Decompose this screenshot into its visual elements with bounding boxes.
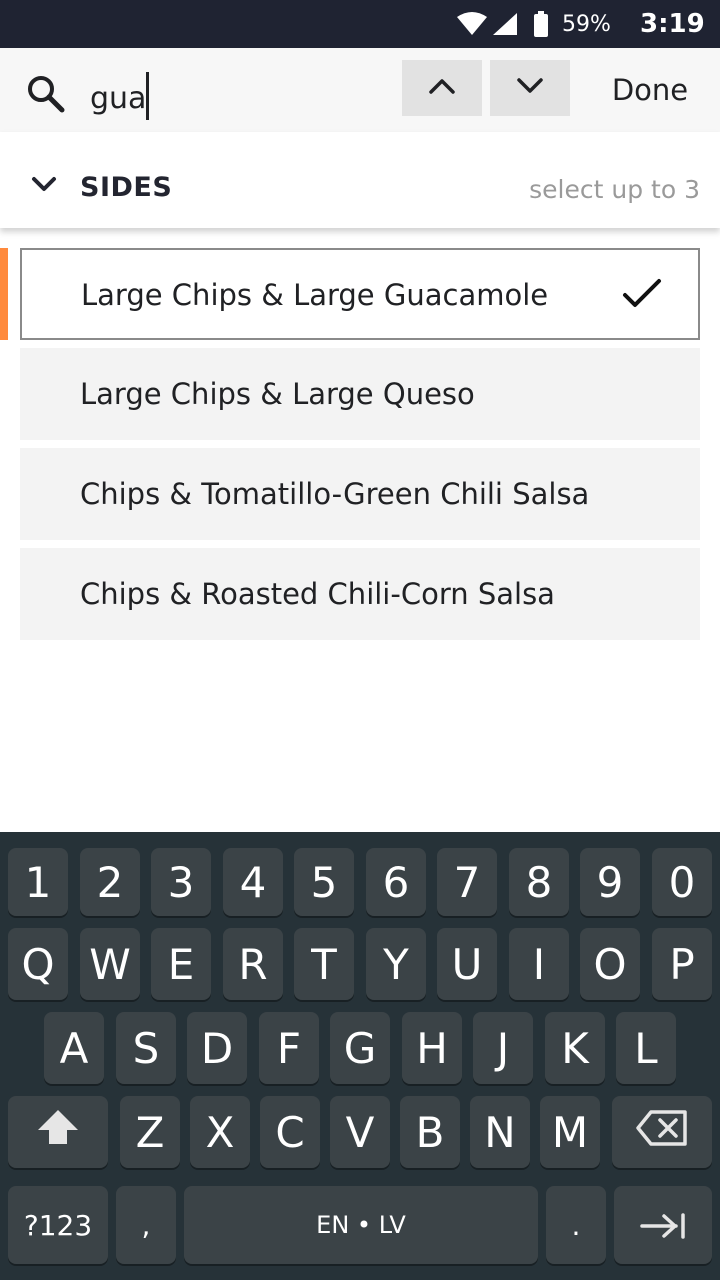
key-o[interactable]: O	[580, 928, 640, 1000]
tab-next-icon	[640, 1201, 686, 1250]
key-8[interactable]: 8	[509, 848, 569, 916]
key-u[interactable]: U	[437, 928, 497, 1000]
key-m[interactable]: M	[540, 1096, 600, 1168]
option-label: Chips & Roasted Chili-Corn Salsa	[80, 577, 555, 611]
comma-key[interactable]: ,	[116, 1186, 176, 1264]
key-w[interactable]: W	[80, 928, 140, 1000]
selection-limit-hint: select up to 3	[529, 175, 700, 204]
next-match-button[interactable]	[490, 60, 570, 116]
option-item[interactable]: Large Chips & Large Guacamole	[20, 248, 700, 340]
chevron-up-icon	[428, 77, 456, 99]
section-title: SIDES	[80, 172, 173, 203]
key-p[interactable]: P	[652, 928, 712, 1000]
find-input[interactable]: gua	[90, 72, 150, 120]
key-q[interactable]: Q	[8, 928, 68, 1000]
key-2[interactable]: 2	[80, 848, 140, 916]
selection-accent-bar	[0, 248, 8, 340]
chevron-down-icon[interactable]	[30, 175, 58, 197]
key-9[interactable]: 9	[580, 848, 640, 916]
key-5[interactable]: 5	[294, 848, 354, 916]
key-b[interactable]: B	[400, 1096, 460, 1168]
key-z[interactable]: Z	[120, 1096, 180, 1168]
option-item[interactable]: Large Chips & Large Queso	[20, 348, 700, 440]
shift-icon	[35, 1107, 81, 1157]
next-field-key[interactable]	[614, 1186, 712, 1264]
key-k[interactable]: K	[545, 1012, 605, 1084]
key-y[interactable]: Y	[366, 928, 426, 1000]
done-button[interactable]: Done	[600, 70, 700, 110]
search-icon	[26, 74, 66, 118]
key-h[interactable]: H	[402, 1012, 462, 1084]
key-3[interactable]: 3	[151, 848, 211, 916]
key-l[interactable]: L	[616, 1012, 676, 1084]
key-e[interactable]: E	[151, 928, 211, 1000]
option-item[interactable]: Chips & Tomatillo-Green Chili Salsa	[20, 448, 700, 540]
previous-match-button[interactable]	[402, 60, 482, 116]
key-4[interactable]: 4	[223, 848, 283, 916]
wifi-icon	[456, 12, 488, 40]
battery-icon	[533, 11, 549, 41]
chevron-down-icon	[516, 77, 544, 99]
option-label: Chips & Tomatillo-Green Chili Salsa	[80, 477, 590, 511]
soft-keyboard: 1 2 3 4 5 6 7 8 9 0 Q W E R T Y U I O P …	[0, 832, 720, 1280]
key-f[interactable]: F	[259, 1012, 319, 1084]
space-key[interactable]: EN • LV	[184, 1186, 538, 1264]
key-j[interactable]: J	[473, 1012, 533, 1084]
clock: 3:19	[640, 9, 705, 39]
backspace-key[interactable]	[612, 1096, 712, 1168]
key-c[interactable]: C	[260, 1096, 320, 1168]
option-label: Large Chips & Large Guacamole	[81, 278, 549, 312]
find-in-page-bar: gua Done	[0, 48, 720, 132]
section-header[interactable]: SIDES select up to 3	[0, 132, 720, 228]
shift-key[interactable]	[8, 1096, 108, 1168]
key-0[interactable]: 0	[652, 848, 712, 916]
key-a[interactable]: A	[44, 1012, 104, 1084]
check-icon	[622, 278, 662, 314]
backspace-icon	[635, 1108, 689, 1157]
key-t[interactable]: T	[294, 928, 354, 1000]
key-x[interactable]: X	[190, 1096, 250, 1168]
key-g[interactable]: G	[330, 1012, 390, 1084]
cell-signal-icon	[492, 12, 518, 40]
key-r[interactable]: R	[223, 928, 283, 1000]
key-1[interactable]: 1	[8, 848, 68, 916]
period-key[interactable]: .	[546, 1186, 606, 1264]
option-label: Large Chips & Large Queso	[80, 377, 475, 411]
text-caret	[146, 72, 150, 120]
key-7[interactable]: 7	[437, 848, 497, 916]
status-bar: 59% 3:19	[0, 0, 720, 48]
key-d[interactable]: D	[187, 1012, 247, 1084]
find-query-text: gua	[90, 81, 147, 116]
battery-percentage: 59%	[562, 12, 611, 37]
key-i[interactable]: I	[509, 928, 569, 1000]
key-n[interactable]: N	[470, 1096, 530, 1168]
symbols-key[interactable]: ?123	[8, 1186, 108, 1264]
key-v[interactable]: V	[330, 1096, 390, 1168]
key-6[interactable]: 6	[366, 848, 426, 916]
option-item[interactable]: Chips & Roasted Chili-Corn Salsa	[20, 548, 700, 640]
key-s[interactable]: S	[116, 1012, 176, 1084]
